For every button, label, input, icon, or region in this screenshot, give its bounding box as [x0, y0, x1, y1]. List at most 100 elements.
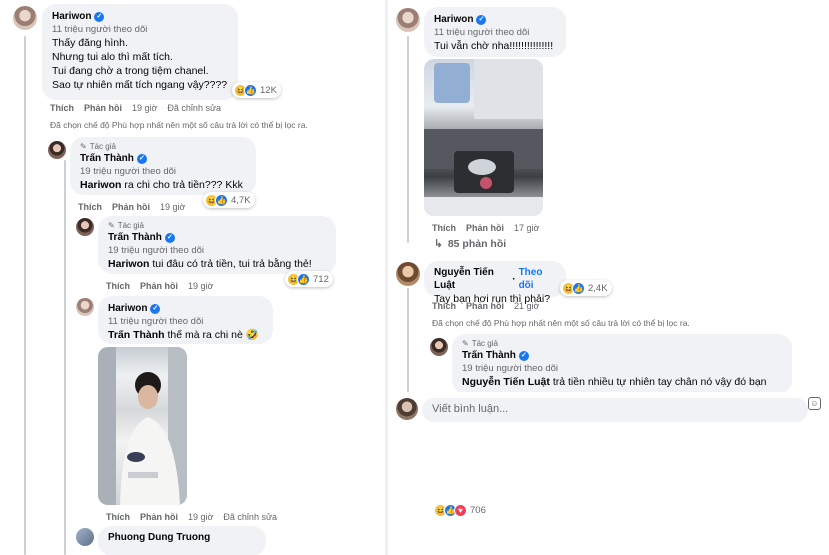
comment-actions: Thích Phản hồi 17 giờ	[432, 222, 539, 234]
timestamp[interactable]: 19 giờ	[160, 202, 185, 212]
comment-actions: Thích Phản hồi 19 giờ Đã chỉnh sửa	[50, 102, 221, 114]
avatar-tran-thanh[interactable]	[76, 218, 94, 236]
timestamp[interactable]: 19 giờ	[188, 512, 213, 522]
avatar-hariwon[interactable]	[76, 298, 94, 316]
mention-link[interactable]: Hariwon	[80, 179, 121, 191]
edited-label: Đã chỉnh sửa	[223, 512, 277, 522]
commenter-name[interactable]: Phuong Dung Truong	[108, 531, 210, 544]
timestamp[interactable]: 19 giờ	[188, 281, 213, 291]
like-button[interactable]: Thích	[106, 512, 130, 522]
follower-count: 19 triệu người theo dõi	[108, 245, 205, 256]
comment-text: tui đâu có trả tiền, tui trả bằng thẻ!	[149, 258, 312, 270]
avatar-hariwon[interactable]	[13, 6, 37, 30]
like-reaction-icon: 👍	[297, 272, 310, 286]
timestamp[interactable]: 19 giờ	[132, 103, 157, 113]
photo-illustration	[424, 59, 543, 216]
like-button[interactable]: Thích	[50, 103, 74, 113]
verified-badge-icon: ✓	[136, 153, 147, 164]
author-tag: Tác giả	[471, 339, 498, 348]
like-reaction-icon: 👍	[572, 281, 585, 295]
reply-button[interactable]: Phản hồi	[466, 223, 504, 233]
reaction-summary[interactable]: 😆 👍 2,4K	[560, 280, 612, 296]
follower-count: 19 triệu người theo dõi	[80, 166, 177, 177]
post-reaction-summary[interactable]: 😆 👍 ♥ 706	[432, 502, 490, 518]
reaction-count: 12K	[260, 84, 277, 96]
love-reaction-icon: ♥	[454, 503, 467, 517]
edited-label: Đã chỉnh sửa	[167, 103, 221, 113]
follower-count: 11 triệu người theo dõi	[434, 27, 530, 38]
avatar-nguyen-tien-luat[interactable]	[396, 262, 420, 286]
comment-actions: Thích Phản hồi 19 giờ Đã chỉnh sửa	[106, 511, 277, 523]
author-tag: Tác giả	[117, 221, 144, 230]
comment-bubble: Hariwon ✓ 11 triệu người theo dõi Thấy đă…	[42, 4, 238, 100]
reply-button[interactable]: Phản hồi	[112, 202, 150, 212]
commenter-name[interactable]: Trấn Thành	[80, 152, 134, 165]
comment-photo[interactable]	[98, 347, 187, 505]
reaction-summary[interactable]: 😆 👍 4,7K	[203, 192, 255, 208]
follower-count: 11 triệu người theo dõi	[108, 316, 204, 327]
comment-bubble: ✎ Tác giả Trấn Thành ✓ 19 triệu người theo…	[98, 216, 336, 274]
mention-link[interactable]: Nguyễn Tiến Luật	[462, 376, 550, 388]
reaction-count: 706	[470, 504, 486, 516]
reply-button[interactable]: Phản hồi	[84, 103, 122, 113]
comment-text: Tui vẫn chờ nha!!!!!!!!!!!!!!!	[434, 40, 554, 52]
avatar-tran-thanh[interactable]	[48, 141, 66, 159]
reply-button[interactable]: Phản hồi	[140, 281, 178, 291]
follower-count: 19 triệu người theo dõi	[462, 363, 559, 374]
commenter-name[interactable]: Hariwon	[108, 302, 147, 315]
avatar-tran-thanh[interactable]	[430, 338, 448, 356]
like-button[interactable]: Thích	[78, 202, 102, 212]
right-comment-panel: Hariwon ✓ 11 triệu người theo dõi Tui vẫn…	[388, 0, 829, 555]
comment-bubble: Phuong Dung Truong	[98, 526, 266, 555]
reply-button[interactable]: Phản hồi	[466, 301, 504, 311]
commenter-name[interactable]: Trấn Thành	[108, 231, 162, 244]
current-user-avatar[interactable]	[396, 398, 418, 420]
comment-text-line: Tui đang chờ a trong tiệm chanel.	[52, 65, 209, 77]
thread-line	[24, 36, 26, 555]
like-button[interactable]: Thích	[432, 223, 456, 233]
comment-bubble: Hariwon ✓ 11 triệu người theo dõi Trấn Th…	[98, 296, 273, 344]
pencil-icon: ✎	[108, 221, 115, 230]
follow-button[interactable]: Theo dõi	[519, 266, 556, 292]
verified-badge-icon: ✓	[94, 11, 105, 22]
comment-text-line: Nhưng tui alo thì mất tích.	[52, 51, 173, 63]
thread-line	[407, 36, 409, 243]
mention-link[interactable]: Hariwon	[108, 258, 149, 270]
comment-text: thế mà ra chi nè 🤣	[164, 329, 259, 341]
reaction-summary[interactable]: 😆 👍 12K	[232, 82, 281, 98]
reaction-count: 712	[313, 273, 329, 285]
verified-badge-icon: ✓	[476, 14, 487, 25]
comment-bubble: ✎ Tác giả Trấn Thành ✓ 19 triệu người theo…	[452, 334, 792, 394]
reaction-summary[interactable]: 😆 👍 712	[285, 271, 333, 287]
like-button[interactable]: Thích	[432, 301, 456, 311]
emoji-icon[interactable]: ☺	[808, 397, 821, 410]
reaction-count: 4,7K	[231, 194, 251, 206]
commenter-name[interactable]: Hariwon	[434, 13, 473, 26]
commenter-name[interactable]: Nguyễn Tiến Luật	[434, 266, 509, 292]
comment-input[interactable]: Viết bình luận...	[422, 398, 808, 422]
commenter-name[interactable]: Trấn Thành	[462, 349, 516, 362]
comment-composer: Viết bình luận... ☺	[388, 392, 829, 427]
avatar-phuong-dung-truong[interactable]	[76, 528, 94, 546]
view-replies-link[interactable]: ↳ 85 phản hồi	[434, 238, 506, 250]
comment-bubble: Hariwon ✓ 11 triệu người theo dõi Tui vẫn…	[424, 7, 566, 57]
replies-count: 85 phản hồi	[447, 238, 507, 250]
comment-actions: Thích Phản hồi 19 giờ	[78, 201, 185, 213]
pencil-icon: ✎	[80, 142, 87, 151]
follower-count: 11 triệu người theo dõi	[52, 24, 148, 35]
timestamp[interactable]: 17 giờ	[514, 223, 539, 233]
mention-link[interactable]: Trấn Thành	[108, 329, 165, 341]
reaction-count: 2,4K	[588, 282, 608, 294]
like-button[interactable]: Thích	[106, 281, 130, 291]
reply-arrow-icon: ↳	[434, 238, 443, 250]
commenter-name[interactable]: Hariwon	[52, 10, 91, 23]
comment-photo[interactable]	[424, 59, 543, 216]
author-tag: Tác giả	[89, 142, 116, 151]
comment-text: trả tiền nhiều tự nhiên tay chân nó vậy …	[549, 376, 767, 388]
reply-button[interactable]: Phản hồi	[140, 512, 178, 522]
comment-text: ra chi cho trả tiền??? Kkk	[121, 179, 243, 191]
comment-text-line: Sao tự nhiên mất tích ngang vậy????	[52, 79, 228, 91]
thread-line	[64, 160, 66, 555]
timestamp[interactable]: 21 giờ	[514, 301, 539, 311]
avatar-hariwon[interactable]	[396, 8, 420, 32]
